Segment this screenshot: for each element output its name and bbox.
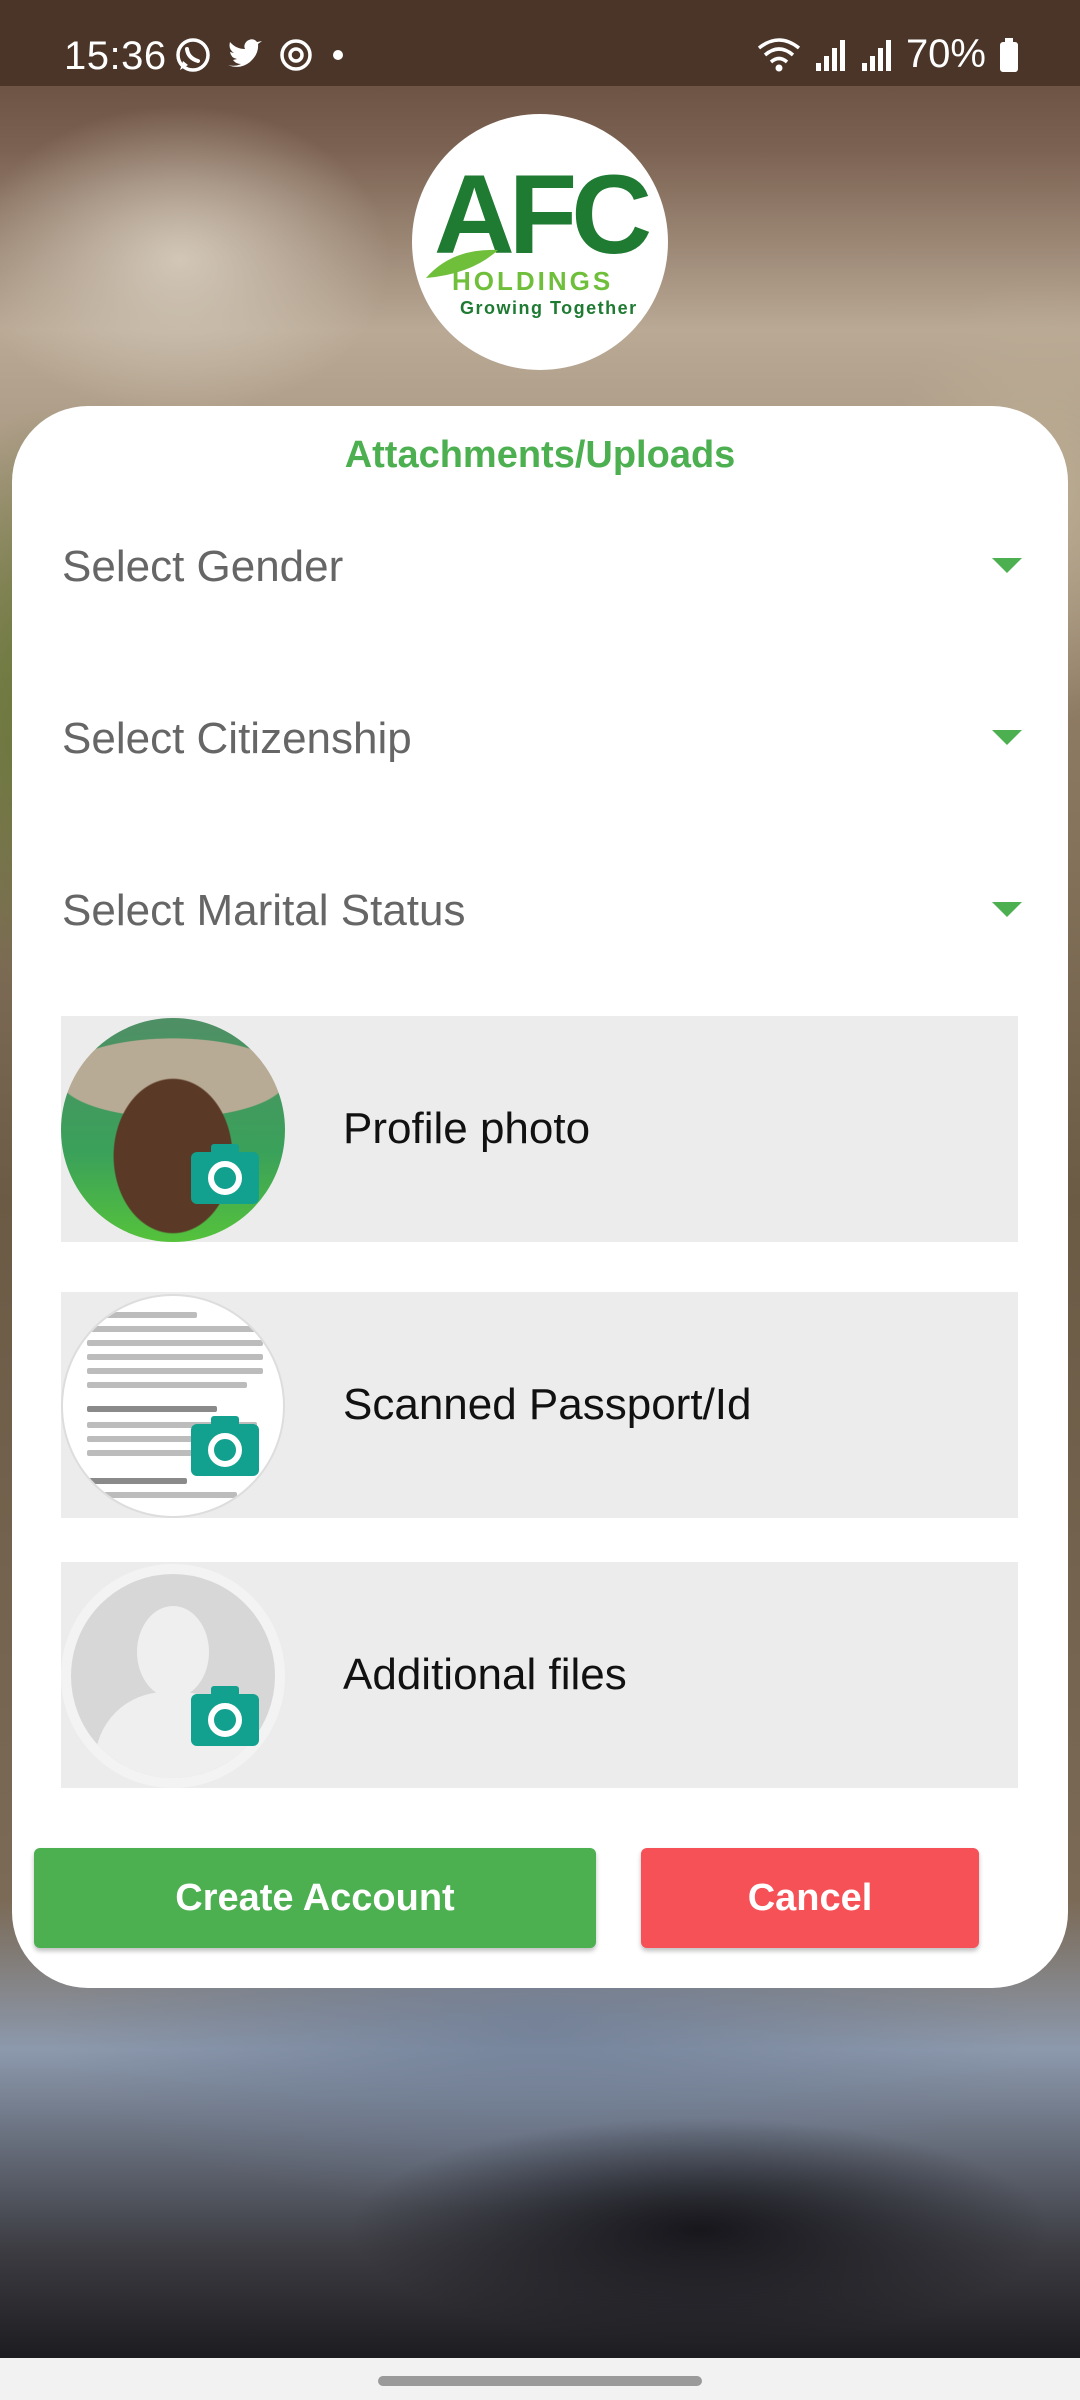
battery-percent: 70% (905, 32, 986, 76)
additional-files-label: Additional files (343, 1650, 627, 1699)
dropdown-arrow-icon (992, 730, 1022, 745)
gender-select-label: Select Gender (62, 542, 344, 591)
placeholder-avatar[interactable] (61, 1564, 285, 1788)
signal-icon (861, 39, 891, 71)
camera-icon[interactable] (191, 1414, 259, 1476)
cancel-button[interactable]: Cancel (641, 1848, 979, 1948)
notification-icons (174, 36, 348, 74)
marital-status-select[interactable]: Select Marital Status (62, 858, 1022, 958)
create-account-button[interactable]: Create Account (34, 1848, 596, 1948)
signal-icon (815, 39, 845, 71)
profile-photo-thumbnail[interactable] (61, 1018, 285, 1242)
gender-select[interactable]: Select Gender (62, 514, 1022, 614)
dropdown-arrow-icon (992, 902, 1022, 917)
additional-files-upload[interactable]: Additional files (61, 1562, 1018, 1788)
company-logo: AFC HOLDINGS Growing Together (412, 114, 668, 370)
marital-status-select-label: Select Marital Status (62, 886, 466, 935)
profile-photo-upload[interactable]: Profile photo (61, 1016, 1018, 1242)
logo-tagline: Growing Together (460, 298, 638, 318)
passport-upload[interactable]: Scanned Passport/Id (61, 1292, 1018, 1518)
battery-icon (1000, 37, 1018, 72)
status-bar: 15:36 70% (0, 0, 1080, 86)
dropdown-arrow-icon (992, 558, 1022, 573)
citizenship-select[interactable]: Select Citizenship (62, 686, 1022, 786)
camera-icon[interactable] (191, 1142, 259, 1204)
card-title: Attachments/Uploads (344, 434, 736, 476)
profile-photo-label: Profile photo (343, 1104, 591, 1153)
whatsapp-icon (176, 38, 210, 72)
wifi-icon (757, 37, 801, 71)
citizenship-select-label: Select Citizenship (62, 714, 412, 763)
camera-icon[interactable] (191, 1684, 259, 1746)
attachments-card: Attachments/Uploads Select Gender Select… (12, 406, 1068, 1988)
leaf-icon (426, 249, 498, 278)
passport-label: Scanned Passport/Id (343, 1380, 752, 1429)
dot-icon (333, 50, 343, 60)
gesture-nav-bar (0, 2358, 1080, 2400)
passport-thumbnail[interactable] (61, 1294, 285, 1518)
system-icons: 70% (756, 32, 1020, 77)
status-time: 15:36 (64, 34, 167, 78)
twitter-icon (228, 39, 262, 67)
home-gesture-handle[interactable] (378, 2376, 702, 2386)
sync-icon (280, 39, 312, 71)
